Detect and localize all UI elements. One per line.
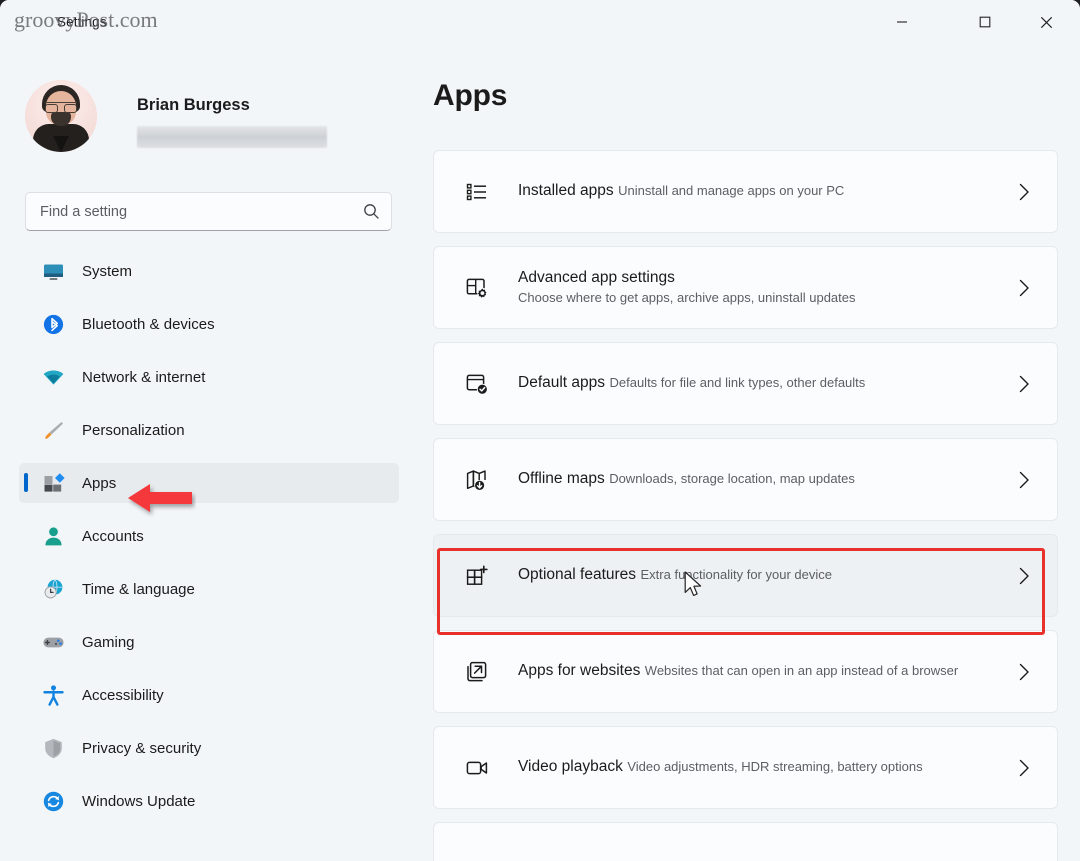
sidebar-item-label: Time & language <box>82 580 195 598</box>
search-icon[interactable] <box>351 203 391 220</box>
sidebar-item-label: Bluetooth & devices <box>82 315 215 333</box>
avatar <box>25 80 97 152</box>
card-title: Default apps <box>518 374 606 392</box>
person-icon <box>41 524 65 548</box>
card-optional-features[interactable]: Optional features Extra functionality fo… <box>433 534 1058 617</box>
main-content: Apps Installed apps Uninstall and manage… <box>418 46 1080 861</box>
sidebar-item-bluetooth-devices[interactable]: Bluetooth & devices <box>19 304 399 344</box>
map-download-icon <box>462 465 492 495</box>
account-name: Brian Burgess <box>137 96 250 114</box>
sidebar-item-label: Gaming <box>82 633 135 651</box>
chevron-right-icon[interactable] <box>1013 663 1035 681</box>
sidebar-item-label: System <box>82 262 133 280</box>
sidebar-item-label: Network & internet <box>82 368 206 386</box>
sidebar-nav: System Bluetooth & devices Network & int… <box>19 251 399 834</box>
title-bar: Settings <box>0 0 1080 46</box>
accessibility-icon <box>41 683 65 707</box>
card-default-apps[interactable]: Default apps Defaults for file and link … <box>433 342 1058 425</box>
chevron-right-icon[interactable] <box>1013 279 1035 297</box>
sidebar-item-system[interactable]: System <box>19 251 399 291</box>
sidebar-item-network-internet[interactable]: Network & internet <box>19 357 399 397</box>
apps-grid-icon <box>41 471 65 495</box>
sidebar-item-privacy-security[interactable]: Privacy & security <box>19 728 399 768</box>
sidebar-item-label: Accessibility <box>82 686 164 704</box>
paintbrush-icon <box>41 418 65 442</box>
card-advanced-app-settings[interactable]: Advanced app settings Choose where to ge… <box>433 246 1058 329</box>
card-subtitle: Defaults for file and link types, other … <box>609 375 866 391</box>
card-subtitle: Choose where to get apps, archive apps, … <box>518 289 856 305</box>
minimize-button[interactable] <box>879 0 925 44</box>
chevron-right-icon[interactable] <box>1013 759 1035 777</box>
chevron-right-icon[interactable] <box>1013 567 1035 585</box>
close-button[interactable] <box>1023 0 1069 44</box>
shield-icon <box>41 736 65 760</box>
card-subtitle: Video adjustments, HDR streaming, batter… <box>627 759 923 775</box>
sidebar-item-label: Apps <box>82 474 117 492</box>
card-subtitle: Uninstall and manage apps on your PC <box>618 183 845 199</box>
sidebar-item-label: Accounts <box>82 527 144 545</box>
gamepad-icon <box>41 630 65 654</box>
external-link-icon <box>462 657 492 687</box>
chevron-right-icon[interactable] <box>1013 183 1035 201</box>
search-box[interactable] <box>25 192 392 231</box>
page-title: Apps <box>433 79 508 112</box>
clock-globe-icon <box>41 577 65 601</box>
settings-window: Settings groovyPost.com Brian Burgess Fi… <box>0 0 1080 861</box>
card-title: Video playback <box>518 758 623 776</box>
sidebar-item-windows-update[interactable]: Windows Update <box>19 781 399 821</box>
sidebar-item-label: Windows Update <box>82 792 196 810</box>
card-subtitle: Extra functionality for your device <box>640 567 832 583</box>
card-title: Installed apps <box>518 182 614 200</box>
sidebar-item-gaming[interactable]: Gaming <box>19 622 399 662</box>
sidebar: Brian Burgess Find a setting System Blue… <box>0 46 418 861</box>
account-email-redacted <box>137 126 327 148</box>
window-check-icon <box>462 369 492 399</box>
sidebar-item-personalization[interactable]: Personalization <box>19 410 399 450</box>
list-bullets-icon <box>462 177 492 207</box>
sidebar-item-label: Personalization <box>82 421 185 439</box>
close-icon <box>1040 16 1052 28</box>
update-sync-icon <box>41 789 65 813</box>
selection-indicator <box>24 473 28 492</box>
card-title: Offline maps <box>518 470 605 488</box>
account-block[interactable]: Brian Burgess <box>25 80 355 160</box>
monitor-icon <box>41 259 65 283</box>
sidebar-item-accessibility[interactable]: Accessibility <box>19 675 399 715</box>
card-offline-maps[interactable]: Offline maps Downloads, storage location… <box>433 438 1058 521</box>
card-apps-for-websites[interactable]: Apps for websites Websites that can open… <box>433 630 1058 713</box>
card-title: Optional features <box>518 566 637 584</box>
card-video-playback[interactable]: Video playback Video adjustments, HDR st… <box>433 726 1058 809</box>
maximize-button[interactable] <box>962 0 1008 44</box>
card-title: Apps for websites <box>518 662 641 680</box>
search-input[interactable] <box>26 203 351 220</box>
sidebar-item-label: Privacy & security <box>82 739 202 757</box>
wifi-icon <box>41 365 65 389</box>
video-camera-icon <box>462 753 492 783</box>
maximize-icon <box>979 16 991 28</box>
settings-card-list: Installed apps Uninstall and manage apps… <box>433 150 1058 861</box>
window-title: Settings <box>57 14 107 30</box>
sidebar-item-apps[interactable]: Apps <box>19 463 399 503</box>
window-gear-icon <box>462 273 492 303</box>
card-title: Advanced app settings <box>518 268 675 286</box>
sidebar-item-accounts[interactable]: Accounts <box>19 516 399 556</box>
card-subtitle: Downloads, storage location, map updates <box>609 471 855 487</box>
card-installed-apps[interactable]: Installed apps Uninstall and manage apps… <box>433 150 1058 233</box>
sidebar-item-time-language[interactable]: Time & language <box>19 569 399 609</box>
bluetooth-icon <box>41 312 65 336</box>
chevron-right-icon[interactable] <box>1013 375 1035 393</box>
card-partial-next[interactable] <box>433 822 1058 861</box>
minimize-icon <box>897 21 907 23</box>
grid-plus-icon <box>462 561 492 591</box>
card-subtitle: Websites that can open in an app instead… <box>644 663 959 679</box>
chevron-right-icon[interactable] <box>1013 471 1035 489</box>
